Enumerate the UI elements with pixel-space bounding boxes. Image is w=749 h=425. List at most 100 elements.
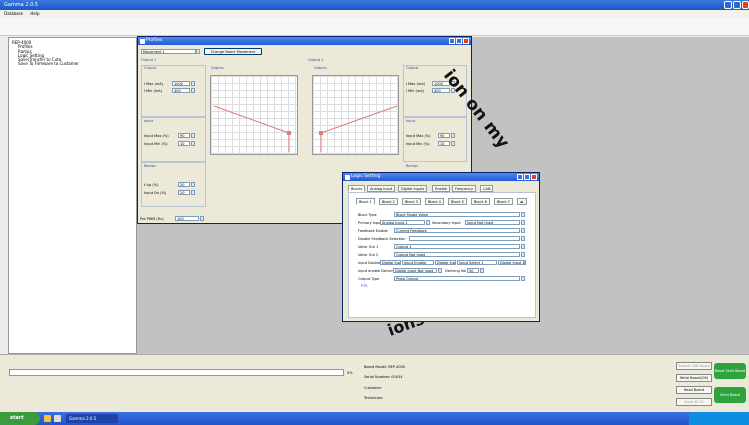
profiles-close-button[interactable] [463, 38, 469, 44]
technician-label: Technician: [364, 396, 384, 400]
tab-block-5[interactable]: Block 5 [448, 198, 467, 205]
chevron-down-icon[interactable] [438, 268, 442, 273]
primary-input-select[interactable]: Analog Input 1 [380, 220, 425, 225]
movement-select[interactable]: Movement 1 [141, 49, 196, 54]
tab-block-2[interactable]: Block 2 [379, 198, 398, 205]
block-type-select[interactable]: Block Single Valve [394, 212, 520, 217]
valve-out2-label: Valve Out 2 [358, 253, 379, 257]
input-enable-deriving-select[interactable]: Digital Input Not used [393, 268, 437, 273]
ramp-up-field[interactable]: 20 [178, 182, 190, 187]
ramp-dn-field[interactable]: 20 [178, 190, 190, 195]
send-board-button[interactable]: Send Board [714, 387, 746, 403]
spinner-icon[interactable] [200, 216, 204, 221]
pts-label: PTS [361, 284, 368, 288]
imax-label-right: I Max (mA) [406, 82, 426, 86]
profiles-maximize-button[interactable] [456, 38, 462, 44]
quicklaunch-icon[interactable] [54, 415, 61, 422]
inmax-field-left[interactable]: 90 [178, 133, 190, 138]
tab-block-3[interactable]: Block 3 [402, 198, 421, 205]
close-button[interactable] [742, 1, 749, 9]
chevron-down-icon[interactable] [521, 228, 525, 233]
tab-analog-input[interactable]: Analog Input [367, 185, 396, 192]
reset-shell-board-button[interactable]: Reset Shell Board [714, 363, 746, 379]
progress-percent: 0% [347, 371, 353, 375]
status-panel: 0% Board Model: REP-4000 Serial Number: … [0, 354, 749, 412]
deriving-val-field[interactable]: 50 [467, 268, 479, 273]
taskbar-item-gamma[interactable]: Gamma 2.0.5 [66, 414, 118, 423]
spinner-icon[interactable] [480, 268, 484, 273]
customer-label: Customer: [364, 386, 383, 390]
double-feedback-select[interactable] [409, 236, 520, 241]
tab-block-7[interactable]: Block 7 [494, 198, 513, 205]
minimize-button[interactable] [724, 1, 732, 9]
imin-field-left[interactable]: 400 [172, 88, 190, 93]
inmax-field-right[interactable]: 90 [438, 133, 450, 138]
tab-frequency[interactable]: Frequency [452, 185, 477, 192]
pwm-field[interactable]: 100 [175, 216, 199, 221]
tab-scroll-arrows[interactable]: ◂▸ [517, 198, 527, 205]
imax-field-left[interactable]: 1000 [172, 81, 190, 86]
search-usb-board-button[interactable]: Search USB Board [676, 362, 712, 370]
tab-digital-inputs[interactable]: Digital Inputs [398, 185, 428, 192]
inmax-label-left: Input Max (%) [144, 134, 169, 138]
tab-can[interactable]: CAN [480, 185, 494, 192]
output2-header: Output 2 [308, 58, 324, 62]
logic-minimize-button[interactable] [517, 174, 523, 180]
spinner-icon[interactable] [451, 141, 455, 146]
block-type-label: Block Type [358, 213, 377, 217]
chevron-down-icon[interactable] [521, 276, 525, 281]
chevron-down-icon[interactable] [521, 212, 525, 217]
input-double-field-4[interactable]: Input Select 1 [457, 260, 497, 265]
spinner-icon[interactable] [451, 133, 455, 138]
spinner-icon[interactable] [191, 81, 195, 86]
spinner-icon[interactable] [191, 190, 195, 195]
tab-blocks[interactable]: Blocks [348, 185, 366, 192]
chevron-down-icon[interactable] [521, 220, 525, 225]
chevron-down-icon[interactable] [196, 49, 200, 54]
graph-right [312, 75, 399, 155]
logic-titlebar: Logic Setting [343, 173, 539, 181]
menu-help[interactable]: Help [30, 11, 39, 16]
input-double-field-1[interactable]: Digital Input [380, 260, 401, 265]
tab-block-4[interactable]: Block 4 [425, 198, 444, 205]
spinner-icon[interactable] [191, 133, 195, 138]
window-icon [345, 174, 350, 180]
tab-block-6[interactable]: Block 6 [471, 198, 490, 205]
secondary-input-select[interactable]: Input Not Used [465, 220, 520, 225]
chevron-down-icon[interactable] [521, 244, 525, 249]
feedback-enable-select[interactable]: Current Feedback [394, 228, 520, 233]
change-name-button[interactable]: Change Name Movement [204, 48, 262, 55]
inmax-label-right: Input Max (%) [406, 134, 431, 138]
input-double-field-2[interactable]: Input Enable [402, 260, 434, 265]
input-double-field-3[interactable]: Digital Input [435, 260, 456, 265]
menu-database[interactable]: Database [4, 11, 23, 16]
tree-item-save-firmware[interactable]: Save To Firmware to Customer [12, 62, 133, 67]
inmin-field-left[interactable]: 10 [178, 141, 190, 146]
write-board-button[interactable]: Write Board(OS) [676, 374, 712, 382]
chevron-down-icon[interactable] [426, 220, 430, 225]
chevron-down-icon[interactable] [521, 252, 525, 257]
tab-enable[interactable]: Enable [432, 185, 450, 192]
spinner-icon[interactable] [191, 141, 195, 146]
maximize-button[interactable] [733, 1, 741, 9]
output-label-right: Output [406, 66, 419, 70]
tab-block-1[interactable]: Block 1 [356, 198, 375, 205]
quicklaunch-icon[interactable] [44, 415, 51, 422]
logic-close-button[interactable] [531, 174, 537, 180]
save-all-button[interactable]: Save All Of [676, 398, 712, 406]
valve-out1-select[interactable]: Output 1 [394, 244, 520, 249]
output-type-select[interactable]: Proto Output [394, 276, 520, 281]
read-board-button[interactable]: Read Board [676, 386, 712, 394]
progress-bar [9, 369, 344, 376]
logic-maximize-button[interactable] [524, 174, 530, 180]
profiles-minimize-button[interactable] [449, 38, 455, 44]
chevron-down-icon[interactable] [521, 236, 525, 241]
inmin-field-right[interactable]: 10 [438, 141, 450, 146]
valve-out2-select[interactable]: Output Not Used [394, 252, 520, 257]
start-button[interactable]: start [0, 412, 40, 425]
input-double-field-5[interactable]: Digital Input B [498, 260, 526, 265]
valve-out1-label: Valve Out 1 [358, 245, 379, 249]
spinner-icon[interactable] [191, 88, 195, 93]
spinner-icon[interactable] [191, 182, 195, 187]
taskbar: start Gamma 2.0.5 [0, 412, 749, 425]
